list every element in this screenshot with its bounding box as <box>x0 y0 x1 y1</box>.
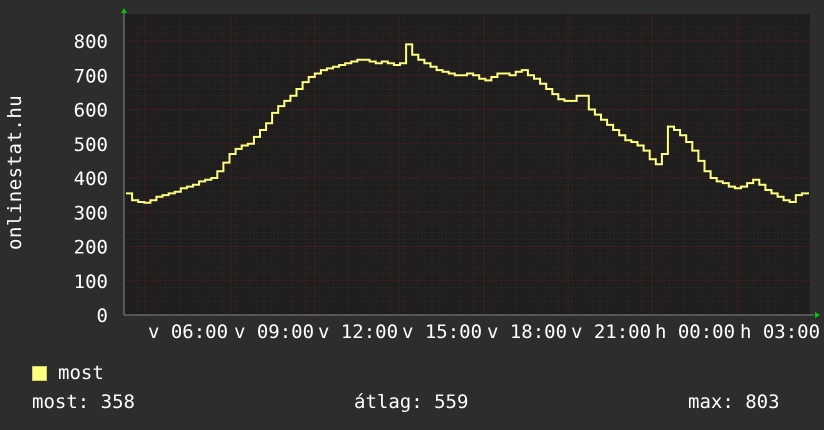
x-tick-label: h 00:00 <box>655 321 735 343</box>
x-tick-label: v 12:00 <box>318 321 398 343</box>
legend-label: most <box>58 362 104 384</box>
stat-current: most: 358 <box>32 391 135 413</box>
x-tick-label: v 09:00 <box>234 321 314 343</box>
y-tick-label: 500 <box>74 134 108 156</box>
x-tick-label: v 18:00 <box>487 321 567 343</box>
y-tick-label: 200 <box>74 237 108 259</box>
legend-swatch <box>32 365 47 381</box>
y-tick-label: 400 <box>74 168 108 190</box>
legend: most <box>32 362 104 384</box>
stat-average: átlag: 559 <box>354 391 469 413</box>
x-tick-label: v 15:00 <box>402 321 482 343</box>
y-axis-arrow <box>121 8 127 13</box>
y-tick-label: 300 <box>74 202 108 224</box>
y-tick-label: 0 <box>97 305 108 327</box>
y-tick-label: 100 <box>74 271 108 293</box>
y-tick-label: 700 <box>74 65 108 87</box>
side-label: onlinestat.hu <box>4 94 26 250</box>
chart-panel: 0 100 200 300 400 500 600 700 800 v 06:00 v 09:00 v… <box>0 0 824 430</box>
y-tick-label: 600 <box>74 100 108 122</box>
x-tick-label: h 03:00 <box>740 321 820 343</box>
stat-max: max: 803 <box>688 391 780 413</box>
y-tick-label: 800 <box>74 31 108 53</box>
chart-canvas: 0100200300400500600700800v 06:00 v 09:00 v… <box>74 8 820 343</box>
x-axis-arrow <box>815 312 820 318</box>
x-tick-label: v 06:00 <box>148 321 228 343</box>
x-tick-label: v 21:00 <box>571 321 651 343</box>
